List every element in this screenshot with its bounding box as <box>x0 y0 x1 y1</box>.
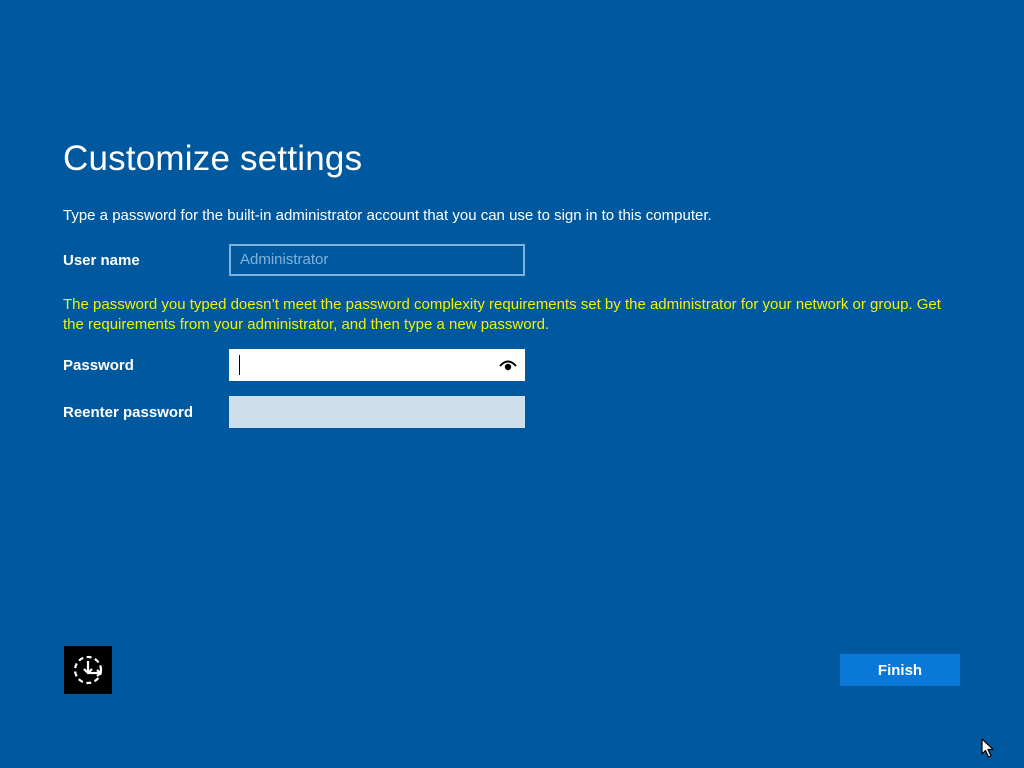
mouse-pointer-icon <box>981 738 995 763</box>
password-error-message: The password you typed doesn’t meet the … <box>63 296 941 333</box>
reenter-password-input[interactable] <box>229 396 525 428</box>
ease-of-access-button[interactable] <box>64 646 112 694</box>
oobe-customize-settings-page: Customize settings Type a password for t… <box>0 0 1024 768</box>
username-field: Administrator <box>229 244 525 276</box>
username-label: User name <box>63 252 140 269</box>
text-caret <box>239 355 240 375</box>
password-label: Password <box>63 357 134 374</box>
reenter-password-label: Reenter password <box>63 404 194 421</box>
page-title: Customize settings <box>63 139 363 178</box>
eye-icon[interactable] <box>499 358 517 372</box>
password-input[interactable] <box>229 349 525 381</box>
finish-button[interactable]: Finish <box>840 654 960 686</box>
instruction-text: Type a password for the built-in adminis… <box>63 207 712 224</box>
ease-of-access-icon <box>73 655 103 685</box>
